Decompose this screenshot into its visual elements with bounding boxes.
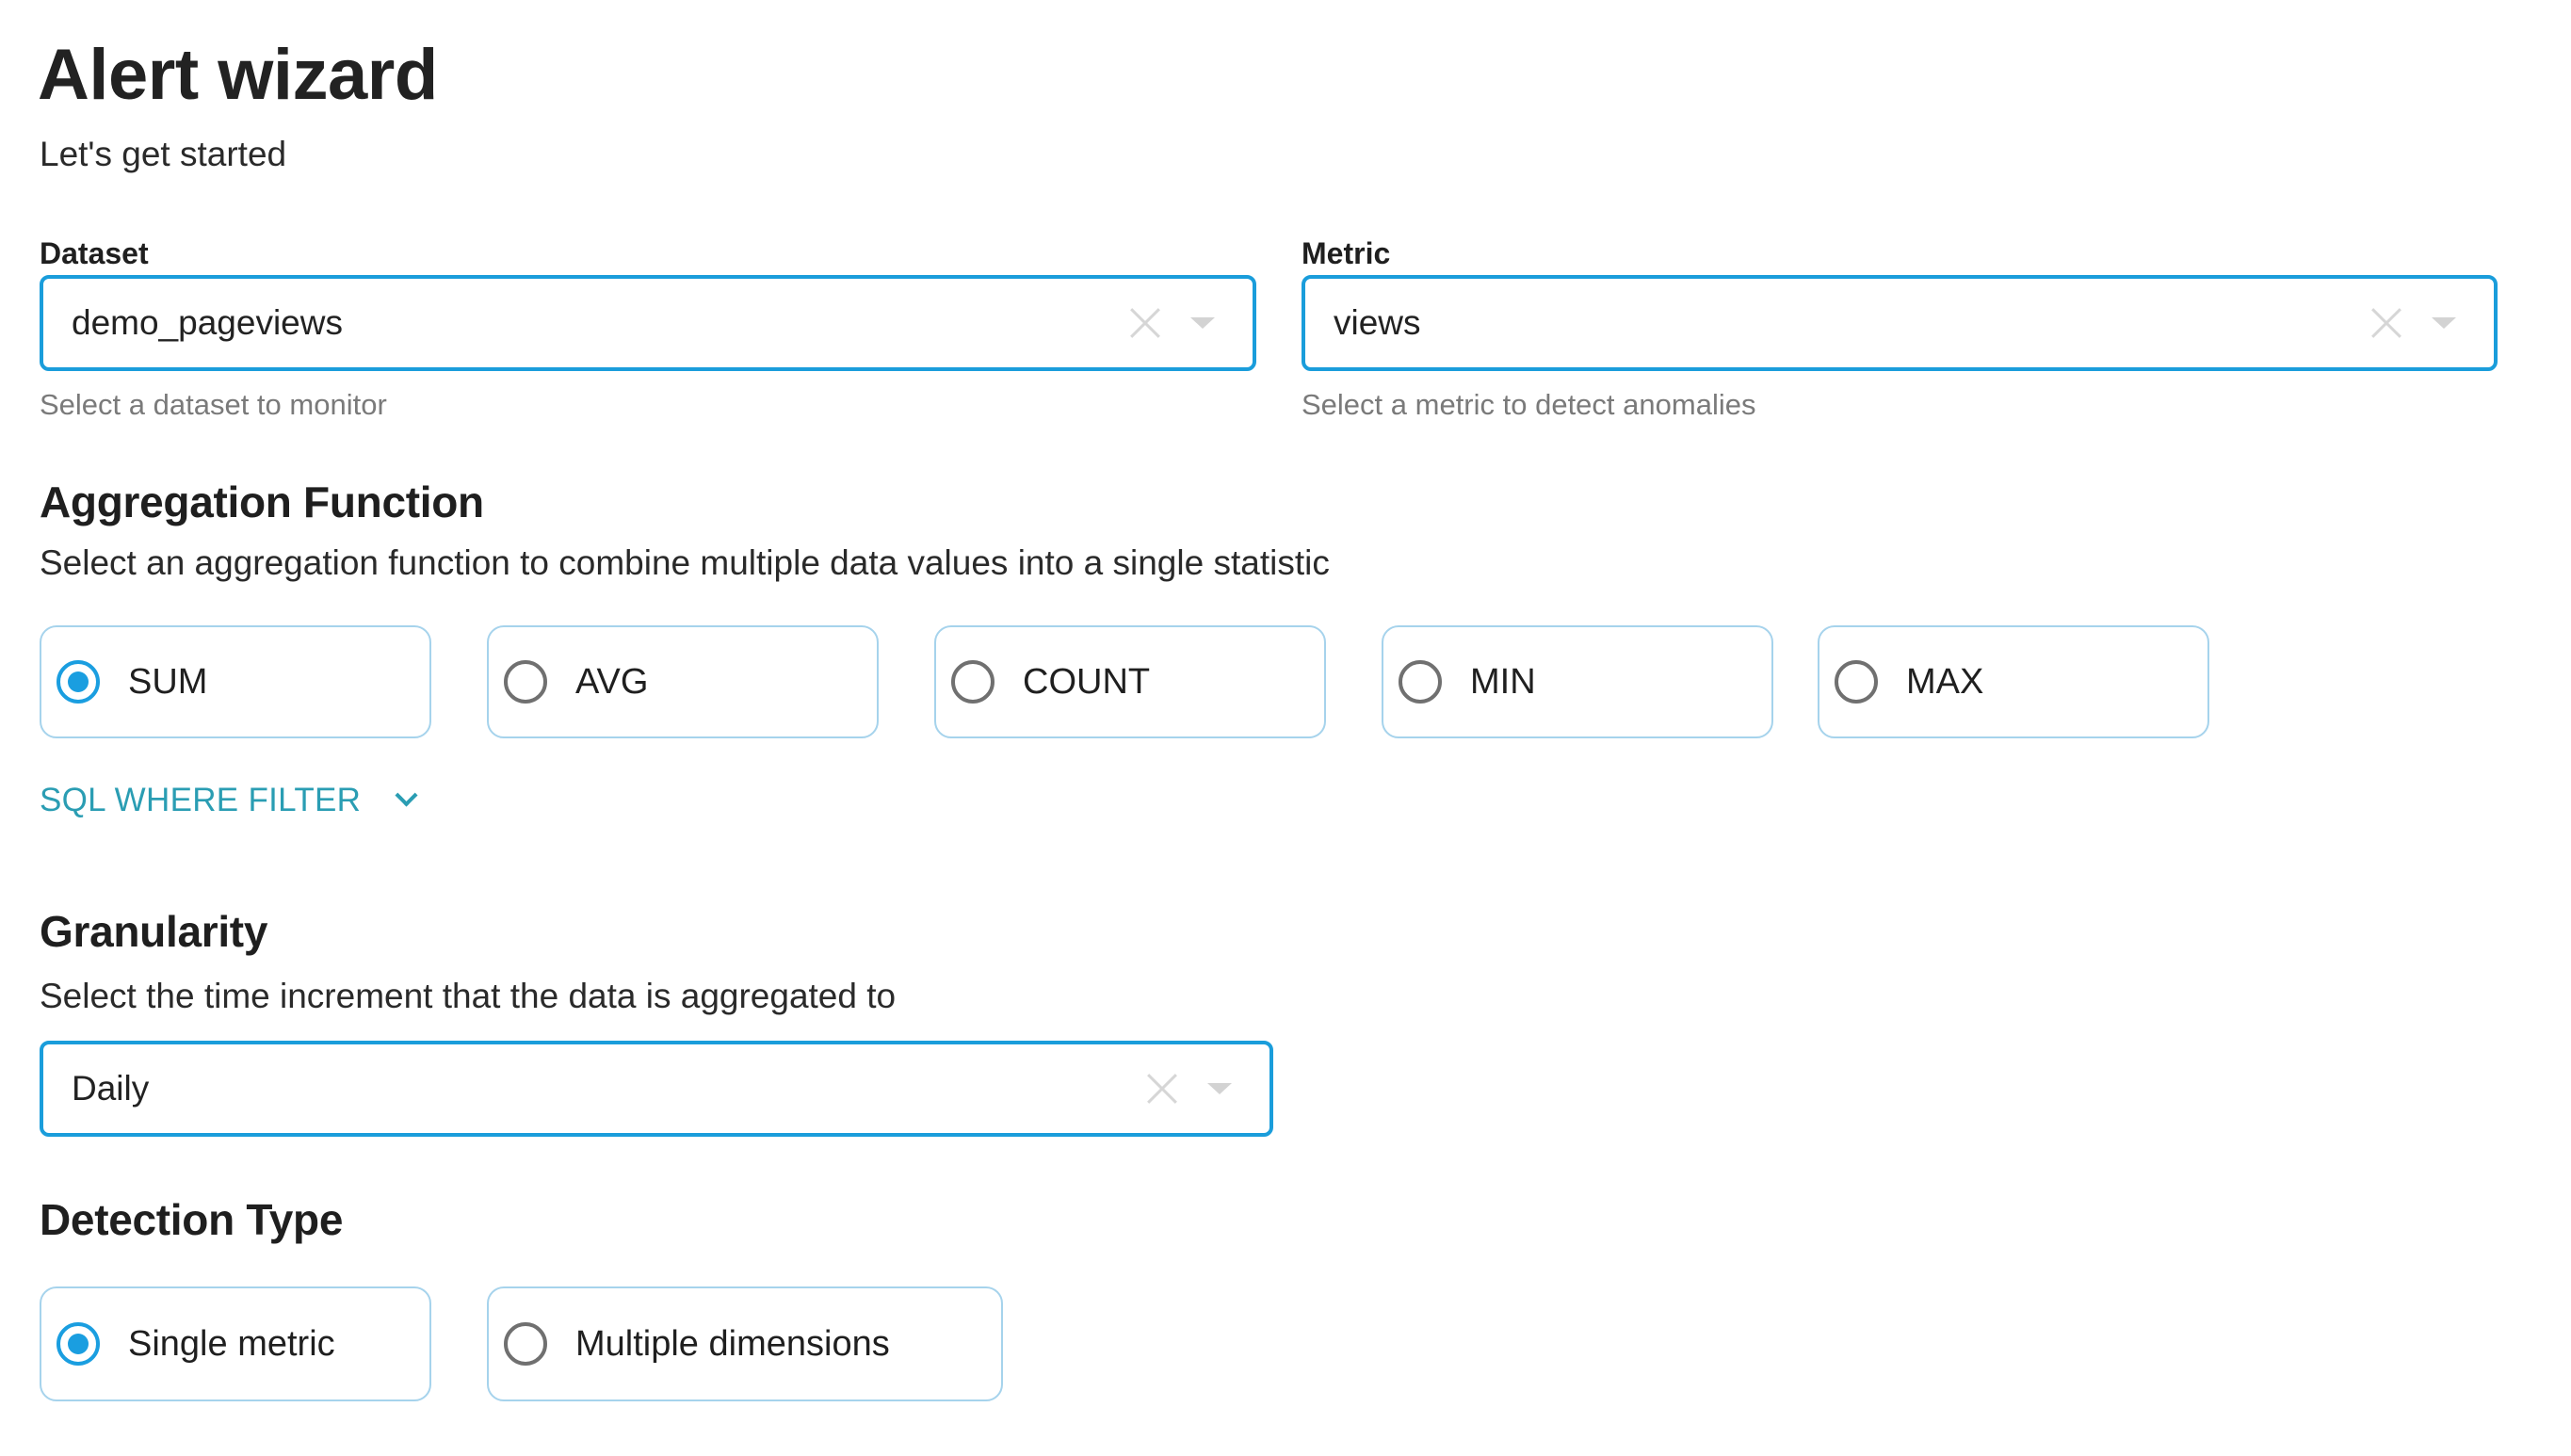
radio-checked-icon[interactable] [57,1322,100,1366]
caret-down-icon[interactable] [1190,317,1215,329]
option-label: COUNT [1023,661,1151,702]
radio-unchecked-icon[interactable] [1835,660,1878,704]
page-subtitle: Let's get started [40,135,287,173]
granularity-heading: Granularity [40,907,268,956]
metric-value: views [1334,303,1421,342]
option-label: MAX [1906,661,1984,702]
close-icon[interactable] [1143,1070,1181,1108]
granularity-select[interactable]: Daily [40,1041,1273,1137]
radio-checked-icon[interactable] [57,660,100,704]
granularity-value: Daily [72,1069,150,1108]
caret-down-icon[interactable] [1207,1083,1232,1094]
aggregation-option-count[interactable]: COUNT [934,625,1326,738]
aggregation-option-avg[interactable]: AVG [487,625,879,738]
dataset-label: Dataset [40,236,149,270]
aggregation-description: Select an aggregation function to combin… [40,543,1330,582]
option-label: AVG [575,661,649,702]
page-title: Alert wizard [38,35,438,115]
close-icon[interactable] [2368,304,2405,342]
dataset-value: demo_pageviews [72,303,343,342]
detection-type-heading: Detection Type [40,1195,344,1244]
option-label: Multiple dimensions [575,1323,890,1364]
chevron-down-icon [395,784,418,807]
aggregation-heading: Aggregation Function [40,477,484,526]
aggregation-option-min[interactable]: MIN [1382,625,1773,738]
granularity-description: Select the time increment that the data … [40,977,897,1015]
close-icon[interactable] [1126,304,1164,342]
option-label: Single metric [128,1323,335,1364]
dataset-select[interactable]: demo_pageviews [40,275,1256,371]
sql-where-filter-label: SQL WHERE FILTER [40,782,362,818]
metric-helper-text: Select a metric to detect anomalies [1302,388,1756,421]
radio-unchecked-icon[interactable] [504,1322,547,1366]
detection-option-single-metric[interactable]: Single metric [40,1286,431,1401]
aggregation-option-max[interactable]: MAX [1818,625,2209,738]
aggregation-option-sum[interactable]: SUM [40,625,431,738]
sql-where-filter-toggle[interactable]: SQL WHERE FILTER [40,782,418,818]
radio-unchecked-icon[interactable] [951,660,994,704]
caret-down-icon[interactable] [2432,317,2456,329]
metric-select[interactable]: views [1302,275,2498,371]
detection-option-multiple-dimensions[interactable]: Multiple dimensions [487,1286,1003,1401]
radio-unchecked-icon[interactable] [1399,660,1442,704]
option-label: SUM [128,661,208,702]
radio-unchecked-icon[interactable] [504,660,547,704]
metric-label: Metric [1302,236,1391,270]
option-label: MIN [1470,661,1536,702]
dataset-helper-text: Select a dataset to monitor [40,388,387,421]
